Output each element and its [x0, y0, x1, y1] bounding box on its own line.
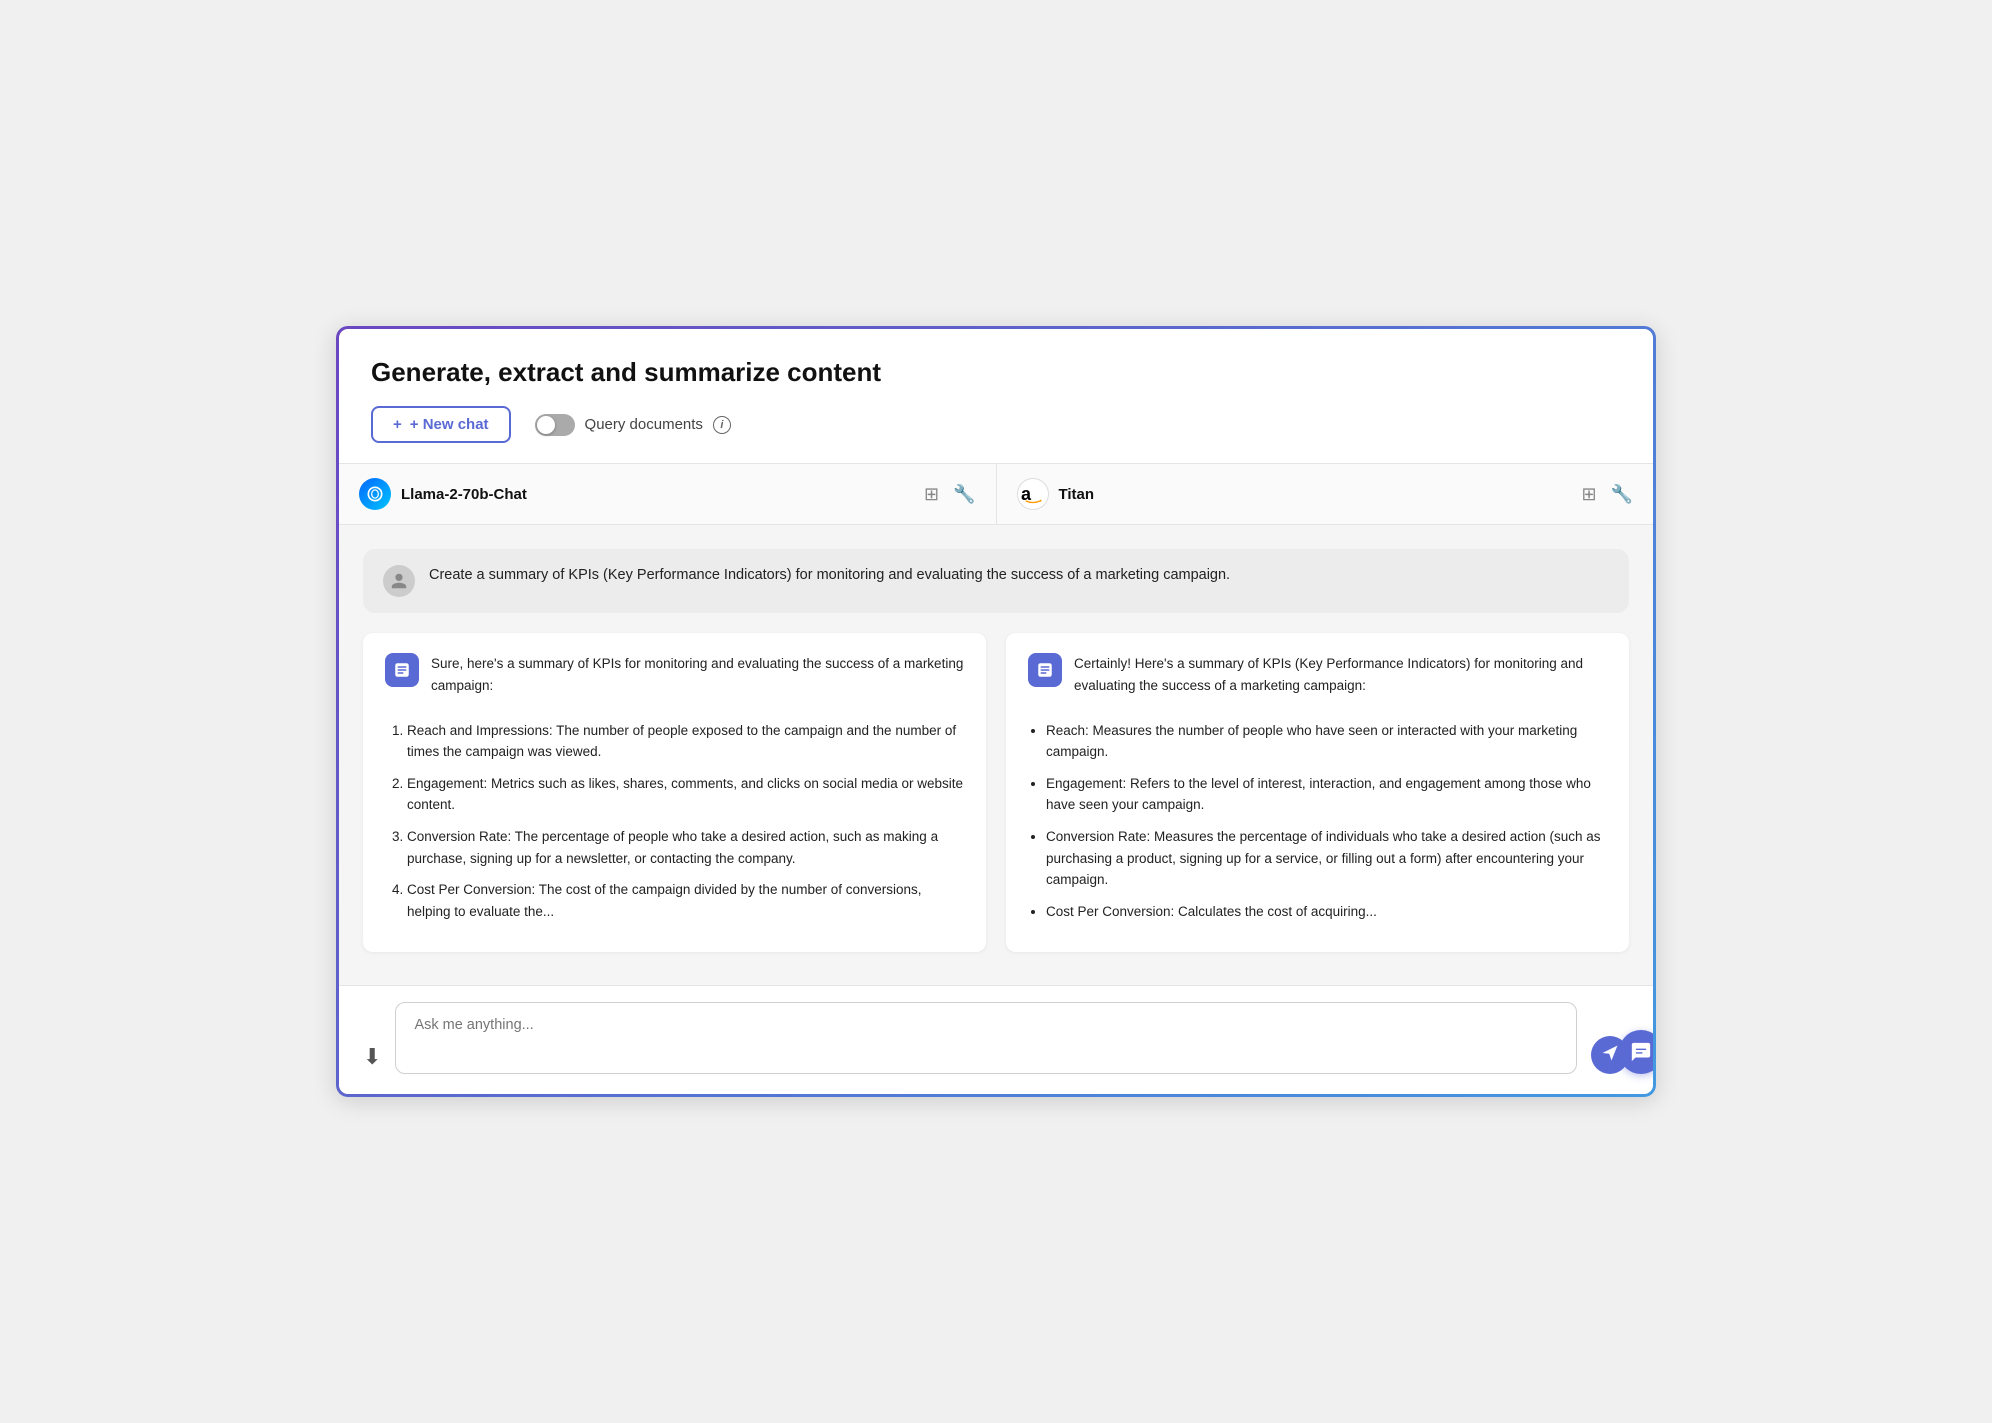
user-message-text: Create a summary of KPIs (Key Performanc… — [429, 565, 1230, 587]
page-title: Generate, extract and summarize content — [371, 357, 1621, 388]
query-docs-label: Query documents — [585, 416, 703, 433]
info-icon[interactable]: i — [713, 416, 731, 434]
titan-settings-icon[interactable]: ⊞ — [1581, 484, 1596, 505]
list-item: Cost Per Conversion: The cost of the cam… — [407, 879, 964, 922]
llama-wrench-icon[interactable]: 🔧 — [953, 484, 975, 505]
list-item: Engagement: Metrics such as likes, share… — [407, 773, 964, 816]
llama-tab-actions: ⊞ 🔧 — [924, 484, 976, 505]
titan-response-body: Reach: Measures the number of people who… — [1028, 720, 1607, 923]
titan-tab-actions: ⊞ 🔧 — [1581, 484, 1633, 505]
chat-area: Create a summary of KPIs (Key Performanc… — [339, 525, 1653, 985]
tab-llama[interactable]: Llama-2-70b-Chat ⊞ 🔧 — [339, 464, 997, 524]
query-docs-area: Query documents i — [535, 414, 731, 436]
input-area: ⬇ — [339, 985, 1653, 1094]
app-wrapper: Generate, extract and summarize content … — [336, 326, 1656, 1097]
titan-ai-icon — [1028, 653, 1062, 687]
list-item: Engagement: Refers to the level of inter… — [1046, 773, 1607, 816]
plus-icon: + — [393, 416, 402, 433]
titan-response-intro: Certainly! Here's a summary of KPIs (Key… — [1074, 653, 1607, 708]
titan-response-header: Certainly! Here's a summary of KPIs (Key… — [1028, 653, 1607, 708]
tab-titan[interactable]: a Titan ⊞ 🔧 — [997, 464, 1654, 524]
download-icon[interactable]: ⬇ — [363, 1044, 381, 1074]
llama-response-card: Sure, here's a summary of KPIs for monit… — [363, 633, 986, 952]
llama-response-header: Sure, here's a summary of KPIs for monit… — [385, 653, 964, 708]
list-item: Cost Per Conversion: Calculates the cost… — [1046, 901, 1607, 923]
amazon-icon: a — [1017, 478, 1049, 510]
llama-response-intro: Sure, here's a summary of KPIs for monit… — [431, 653, 964, 708]
user-message: Create a summary of KPIs (Key Performanc… — [363, 549, 1629, 613]
user-avatar — [383, 565, 415, 597]
responses-grid: Sure, here's a summary of KPIs for monit… — [363, 633, 1629, 972]
meta-icon — [359, 478, 391, 510]
list-item: Conversion Rate: Measures the percentage… — [1046, 826, 1607, 891]
model-tabs: Llama-2-70b-Chat ⊞ 🔧 a Titan ⊞ � — [339, 464, 1653, 525]
llama-response-body: Reach and Impressions: The number of peo… — [385, 720, 964, 923]
titan-model-name: Titan — [1059, 486, 1572, 503]
llama-model-name: Llama-2-70b-Chat — [401, 486, 914, 503]
header-toolbar: + + New chat Query documents i — [371, 406, 1621, 443]
llama-settings-icon[interactable]: ⊞ — [924, 484, 939, 505]
titan-wrench-icon[interactable]: 🔧 — [1611, 484, 1633, 505]
query-docs-toggle[interactable] — [535, 414, 575, 436]
titan-response-card: Certainly! Here's a summary of KPIs (Key… — [1006, 633, 1629, 952]
chat-input[interactable] — [395, 1002, 1577, 1074]
llama-ai-icon — [385, 653, 419, 687]
app-container: Generate, extract and summarize content … — [339, 329, 1653, 1094]
list-item: Reach: Measures the number of people who… — [1046, 720, 1607, 763]
header: Generate, extract and summarize content … — [339, 329, 1653, 464]
new-chat-button[interactable]: + + New chat — [371, 406, 511, 443]
new-chat-label: + New chat — [410, 416, 489, 433]
list-item: Reach and Impressions: The number of peo… — [407, 720, 964, 763]
list-item: Conversion Rate: The percentage of peopl… — [407, 826, 964, 869]
